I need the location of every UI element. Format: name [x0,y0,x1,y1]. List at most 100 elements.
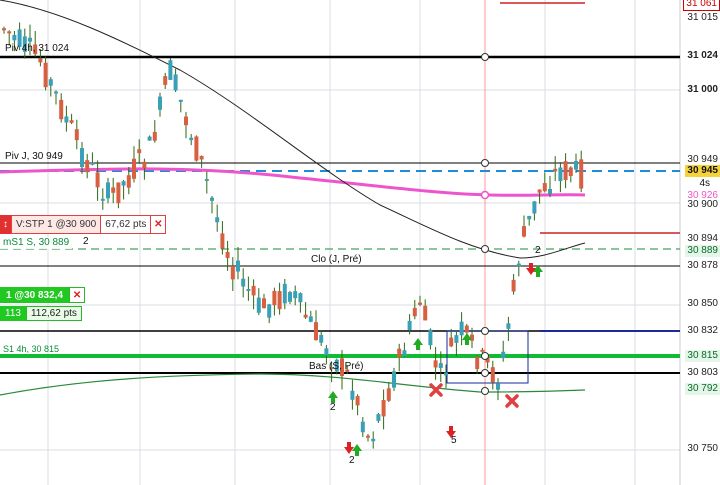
candle-body [28,37,32,42]
chart-canvas[interactable] [0,0,720,485]
candle-body [407,320,412,331]
candle-body [288,292,292,302]
candle-body [64,116,69,123]
candle-body [449,337,454,347]
candle-body [355,396,360,406]
axis-label: 30 832 [687,325,718,336]
candle-body [59,99,64,120]
candle-body [568,167,573,177]
candle-body [392,371,396,388]
moving-average-pink [0,167,586,197]
candle-body [360,421,365,433]
candle-body [2,28,6,31]
sort-arrows-icon[interactable]: ↕ [0,215,11,234]
candle-body [563,161,568,180]
close-icon[interactable]: ✕ [151,215,167,234]
candle-body [496,383,500,390]
position-label: 1 @30 832,4 [0,287,70,303]
candle-body [220,233,225,249]
candle-body [542,183,547,192]
candle-body [126,175,131,188]
axis-label: 30 803 [687,367,718,378]
candle-body [397,348,402,358]
candle-body [106,182,110,199]
position-box[interactable]: 1 @30 832,4 ✕ 113 112,62 pts [0,287,86,321]
candle-body [350,390,355,400]
piv-j-label: Piv J, 30 949 [5,151,63,162]
candle-body [121,181,126,186]
arrow-down-icon [344,442,354,454]
candle-body [293,291,298,299]
piv-4h-label: Piv 4h, 31 024 [5,43,69,54]
cross-marker-icon [505,394,519,408]
candle-body [282,283,287,304]
candle-body [376,414,381,421]
candle-body [371,438,376,442]
candle-body [48,79,53,86]
axis-label: 30 815 [685,350,720,362]
candle-body [90,162,95,165]
candle-body [579,159,584,189]
candle-body [38,58,43,63]
level-marker [481,327,489,335]
candle-body [366,435,370,438]
candle-body [574,160,578,170]
candle-body [506,323,511,329]
stop-order-box[interactable]: ↕ V:STP 1 @30 900 67,62 pts ✕ [0,215,167,234]
level-marker [481,53,489,61]
timer-label: 4s [699,178,710,189]
level-marker [481,387,489,395]
candle-body [423,305,428,321]
trading-chart[interactable]: Piv 4h, 31 024 Piv J, 30 949 mS1 S, 30 8… [0,0,720,485]
candle-body [241,278,246,287]
signal-count: 2 [535,245,541,256]
axis-label: 30 750 [687,443,718,454]
candle-body [236,260,240,272]
candle-body [267,304,272,318]
candle-body [319,334,324,343]
candle-body [204,178,209,181]
candle-body [158,96,162,110]
bas-label: Bas (S, Pré) [309,361,364,372]
candle-body [386,388,391,401]
signal-count: 2 [330,402,336,413]
candle-body [80,148,84,167]
arrow-up-icon [533,265,543,277]
candle-body [558,167,563,182]
candle-body [262,298,266,309]
candle-body [490,367,495,383]
candle-body [147,136,152,141]
stop-order-label: V:STP 1 @30 900 [11,215,102,234]
candle-body [163,76,168,85]
axis-label: 30 894 [687,233,718,244]
candle-body [69,120,74,123]
candle-body [152,131,157,141]
axis-label: 30 878 [687,260,718,271]
axis-label: 31 024 [687,50,718,61]
candle-body [116,182,121,204]
candle-body [433,360,438,368]
candle-body [199,155,204,160]
candle-body [142,161,147,169]
candle-body [548,188,552,194]
level-marker [481,245,489,253]
current-price-label: 30 945 [685,165,720,177]
axis-label: 31 061 [683,0,720,11]
candle-body [7,31,12,34]
candle-body [381,400,386,417]
candle-body [527,215,532,220]
candle-body [12,34,17,41]
candle-body [256,297,261,313]
candle-body [303,314,308,318]
signal-count: 5 [451,435,457,446]
candle-body [189,137,194,141]
candle-body [438,363,443,369]
candle-body [210,197,214,201]
close-icon[interactable]: ✕ [69,287,86,303]
candle-body [537,189,542,193]
clo-label: Clo (J, Pré) [311,254,362,265]
candle-body [324,348,329,356]
level-marker [481,159,489,167]
position-pts: 112,62 pts [25,306,82,321]
ms1-label: mS1 S, 30 889 [0,237,73,249]
